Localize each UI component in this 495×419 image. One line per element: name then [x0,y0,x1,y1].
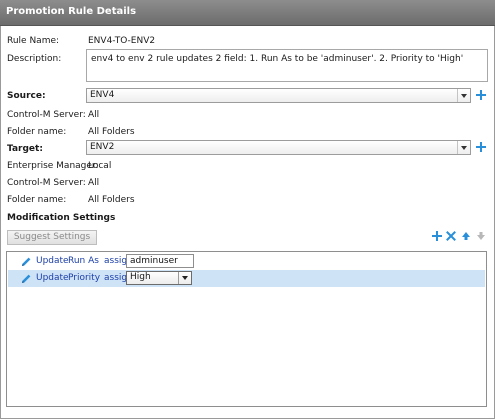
add-source-plus-icon[interactable] [476,90,486,100]
priority-select[interactable]: High [126,271,192,285]
description-label: Description: [7,54,62,64]
priority-selected-value: High [130,272,151,282]
source-controlm-value: All [88,110,100,120]
target-selected-value: ENV2 [90,142,115,152]
source-label: Source: [7,91,46,101]
target-folder-label: Folder name: [7,195,67,205]
add-modification-plus-icon[interactable] [432,231,442,241]
run-as-value-input[interactable]: adminuser [126,254,194,268]
row-field[interactable]: Run As [68,256,99,266]
add-target-plus-icon[interactable] [476,142,486,152]
modification-settings-heading: Modification Settings [7,213,116,223]
target-select[interactable]: ENV2 [86,140,471,155]
arrow-up-icon[interactable] [461,231,471,241]
window-title: Promotion Rule Details [6,6,137,17]
delete-x-icon[interactable] [446,231,456,241]
source-folder-label: Folder name: [7,127,67,137]
row-field[interactable]: Priority [68,273,100,283]
arrow-down-icon[interactable] [476,231,486,241]
title-bar: Promotion Rule Details [0,0,495,26]
target-em-label: Enterprise Manager: [7,161,99,171]
suggest-settings-button[interactable]: Suggest Settings [7,230,97,245]
modification-row-run-as[interactable]: Update Run As assign adminuser [8,253,485,270]
target-controlm-value: All [88,178,100,188]
pencil-icon[interactable] [20,273,32,285]
modification-row-priority[interactable]: Update Priority assign High [8,270,485,287]
target-controlm-label: Control-M Server: [7,178,86,188]
row-action[interactable]: Update [36,273,69,283]
chevron-down-icon[interactable] [457,141,470,154]
target-label: Target: [7,144,43,154]
target-folder-value: All Folders [88,195,135,205]
description-field[interactable]: env4 to env 2 rule updates 2 field: 1. R… [86,49,488,82]
source-select[interactable]: ENV4 [86,88,471,103]
chevron-down-icon[interactable] [457,89,470,102]
modification-list[interactable]: Update Run As assign adminuser Update Pr… [6,251,487,407]
source-selected-value: ENV4 [90,90,115,100]
row-action[interactable]: Update [36,256,69,266]
source-controlm-label: Control-M Server: [7,110,86,120]
pencil-icon[interactable] [20,256,32,268]
source-folder-value: All Folders [88,127,135,137]
chevron-down-icon[interactable] [178,272,191,284]
target-em-value: Local [88,161,112,171]
rule-name-value: ENV4-TO-ENV2 [88,36,156,46]
rule-name-label: Rule Name: [7,36,60,46]
